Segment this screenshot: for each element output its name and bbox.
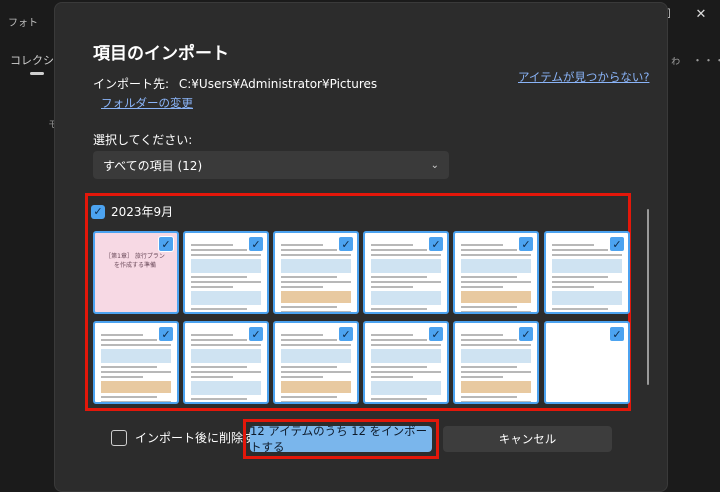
photo-thumbnail[interactable]: ✓ [363, 231, 449, 314]
item-filter-dropdown[interactable]: すべての項目 (12) ⌄ [93, 151, 449, 179]
select-label: 選択してください: [93, 133, 193, 147]
dialog-title: 項目のインポート [93, 44, 229, 64]
destination-label: インポート先: [93, 77, 170, 91]
thumbnail-checkbox[interactable]: ✓ [609, 326, 625, 342]
group-header[interactable]: ✓ 2023年9月 [91, 203, 173, 220]
destination: インポート先: C:¥Users¥Administrator¥Pictures [93, 75, 377, 92]
photo-thumbnail[interactable]: ✓ [544, 321, 630, 404]
thumbnail-checkbox[interactable]: ✓ [609, 236, 625, 252]
photo-thumbnail[interactable]: ✓ [273, 231, 359, 314]
photo-thumbnail[interactable]: ✓ [93, 321, 179, 404]
thumbnail-checkbox[interactable]: ✓ [248, 326, 264, 342]
import-dialog: 項目のインポート インポート先: C:¥Users¥Administrator¥… [54, 2, 668, 492]
photo-thumbnail[interactable]: ✓ [363, 321, 449, 404]
background-label: ゎ [670, 54, 681, 67]
thumbnail-checkbox[interactable]: ✓ [248, 236, 264, 252]
thumbnail-checkbox[interactable]: ✓ [158, 326, 174, 342]
tab-indicator [30, 72, 44, 75]
photo-thumbnail[interactable]: ［第1章］ 旅行プランを作成する準備 ✓ [93, 231, 179, 314]
thumbnail-checkbox[interactable]: ✓ [428, 326, 444, 342]
photo-thumbnail[interactable]: ✓ [453, 321, 539, 404]
close-button[interactable]: ✕ [686, 4, 716, 26]
more-options-icon[interactable]: ・・・ [692, 52, 720, 68]
thumbnail-text: ［第1章］ 旅行プランを作成する準備 [105, 253, 165, 269]
thumbnail-checkbox[interactable]: ✓ [518, 326, 534, 342]
group-checkbox[interactable]: ✓ [91, 204, 105, 219]
cancel-button[interactable]: キャンセル [443, 426, 612, 452]
change-folder-link[interactable]: フォルダーの変更 [101, 95, 193, 111]
thumbnail-checkbox[interactable]: ✓ [338, 326, 354, 342]
thumbnail-checkbox[interactable]: ✓ [158, 236, 174, 252]
not-found-link[interactable]: アイテムが見つからない? [518, 69, 649, 85]
delete-after-import-checkbox[interactable] [111, 429, 127, 446]
destination-path: C:¥Users¥Administrator¥Pictures [178, 77, 378, 91]
thumbnail-checkbox[interactable]: ✓ [338, 236, 354, 252]
thumbnail-checkbox[interactable]: ✓ [428, 236, 444, 252]
photo-thumbnail[interactable]: ✓ [273, 321, 359, 404]
import-button[interactable]: 12 アイテムのうち 12 をインポートする [250, 424, 432, 454]
photo-thumbnail[interactable]: ✓ [183, 321, 269, 404]
thumbnail-checkbox[interactable]: ✓ [518, 236, 534, 252]
photo-thumbnail[interactable]: ✓ [183, 231, 269, 314]
group-label: 2023年9月 [111, 205, 174, 219]
dropdown-value: すべての項目 (12) [103, 158, 203, 173]
scrollbar[interactable] [647, 209, 649, 385]
photo-thumbnail[interactable]: ✓ [453, 231, 539, 314]
app-title: フォト [8, 18, 38, 29]
chevron-down-icon: ⌄ [430, 159, 439, 171]
photo-thumbnail[interactable]: ✓ [544, 231, 630, 314]
